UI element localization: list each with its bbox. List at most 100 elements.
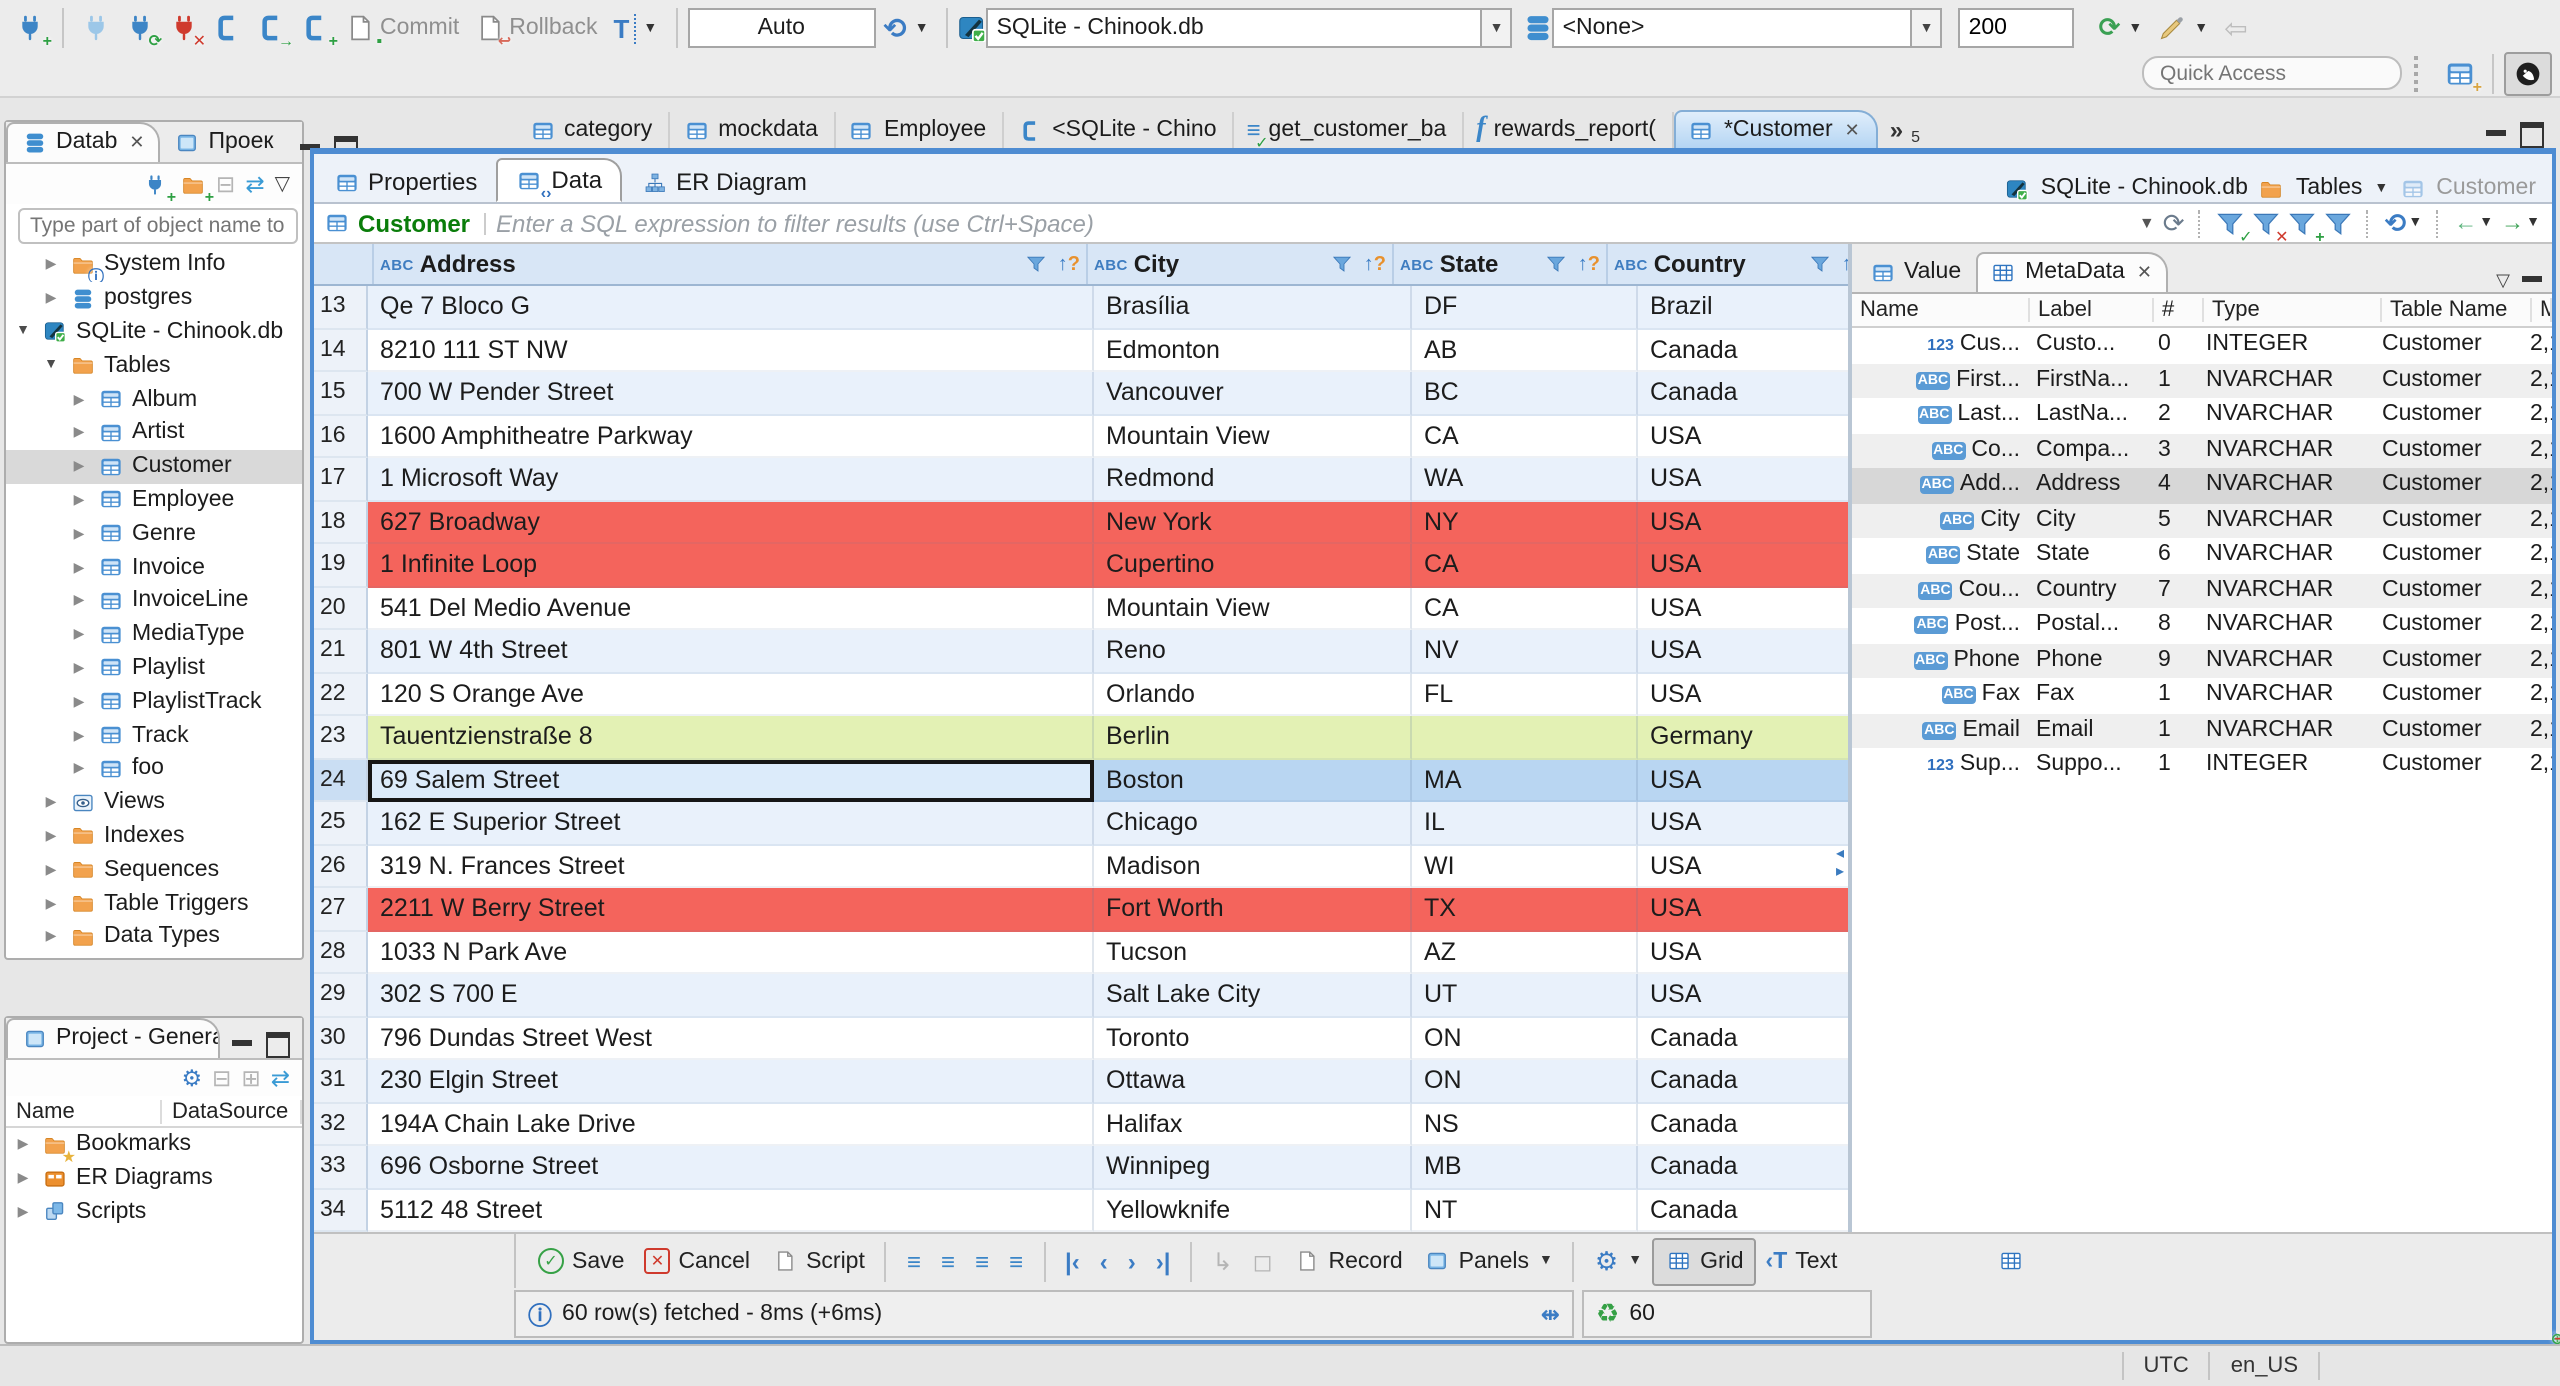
new-connection-icon[interactable]: + bbox=[140, 170, 176, 205]
row-number-cell[interactable]: 33 bbox=[314, 1146, 368, 1189]
auto-refresh-button[interactable]: ⟲ ▼ bbox=[2385, 207, 2423, 239]
grid-cell[interactable]: Madison bbox=[1094, 845, 1412, 888]
grid-cell[interactable]: CA bbox=[1412, 415, 1638, 458]
meta-cell[interactable]: 2,147,483 bbox=[2522, 608, 2552, 643]
grid-cell[interactable]: New York bbox=[1094, 501, 1412, 544]
grid-cell[interactable]: Yellowknife bbox=[1094, 1189, 1412, 1232]
meta-cell[interactable]: INTEGER bbox=[2198, 328, 2374, 363]
table-row[interactable]: 281033 N Park AveTucsonAZUSA85 bbox=[314, 931, 1848, 974]
meta-name-cell[interactable]: ABC State bbox=[1852, 538, 2028, 573]
link-with-editor-icon[interactable]: ⇄ bbox=[271, 1064, 290, 1092]
grid-cell[interactable]: 69 Salem Street bbox=[368, 759, 1094, 802]
row-number-cell[interactable]: 27 bbox=[314, 888, 368, 931]
reconnect-button[interactable]: ⟳ bbox=[118, 6, 162, 50]
tree-item-sqlite-chinook-db[interactable]: ▼ SQLite - Chinook.db bbox=[6, 315, 302, 349]
meta-cell[interactable]: NVARCHAR bbox=[2198, 678, 2374, 713]
maximize-icon[interactable] bbox=[2520, 122, 2544, 148]
table-row[interactable]: 148210 111 ST NWEdmontonABCanadaT6 bbox=[314, 329, 1848, 372]
meta-name-cell[interactable]: ABC Last... bbox=[1852, 398, 2028, 433]
sort-indicator-icon[interactable]: ↑? bbox=[1578, 253, 1600, 275]
meta-cell[interactable]: 6 bbox=[2150, 538, 2198, 573]
meta-name-cell[interactable]: ABC First... bbox=[1852, 363, 2028, 398]
grid-cell[interactable]: Winnipeg bbox=[1094, 1146, 1412, 1189]
meta-cell[interactable]: City bbox=[2028, 503, 2150, 538]
meta-cell[interactable]: NVARCHAR bbox=[2198, 713, 2374, 748]
grid-cell[interactable]: USA bbox=[1638, 501, 1848, 544]
expand-arrow-icon[interactable]: ▶ bbox=[70, 425, 88, 441]
grid-cell[interactable]: 1 Microsoft Way bbox=[368, 458, 1094, 501]
grid-cell[interactable] bbox=[1412, 716, 1638, 759]
expand-arrow-icon[interactable]: ▶ bbox=[70, 593, 88, 609]
grid-cell[interactable]: UT bbox=[1412, 974, 1638, 1017]
meta-cell[interactable]: Customer bbox=[2374, 398, 2522, 433]
meta-cell[interactable]: 1 bbox=[2150, 713, 2198, 748]
collapse-left-icon[interactable]: ◂ bbox=[1836, 844, 1844, 862]
grid-cell[interactable]: USA bbox=[1638, 974, 1848, 1017]
navigate-back-button[interactable]: ← ▼ bbox=[2454, 211, 2493, 235]
filter-funnel-icon[interactable] bbox=[1328, 250, 1356, 278]
grid-cell[interactable]: AB bbox=[1412, 329, 1638, 372]
grid-cell[interactable]: 302 S 700 E bbox=[368, 974, 1094, 1017]
metadata-row[interactable]: ABCPhonePhone9NVARCHARCustomer2,147,483 bbox=[1852, 643, 2552, 678]
grid-cell[interactable]: Toronto bbox=[1094, 1017, 1412, 1060]
tree-item-invoice[interactable]: ▶ Invoice bbox=[6, 550, 302, 584]
database-combo[interactable]: SQLite - Chinook.db bbox=[986, 8, 1483, 48]
grid-cell[interactable]: MA bbox=[1412, 759, 1638, 802]
table-row[interactable]: 23Tauentzienstraße 8BerlinGermany10 bbox=[314, 716, 1848, 759]
grid-cell[interactable]: Brasília bbox=[1094, 286, 1412, 329]
grid-cell[interactable]: USA bbox=[1638, 802, 1848, 845]
grid-cell[interactable]: CA bbox=[1412, 587, 1638, 630]
editor-tab-category[interactable]: category bbox=[516, 112, 671, 148]
meta-cell[interactable]: 1 bbox=[2150, 363, 2198, 398]
grid-cell[interactable]: USA bbox=[1638, 888, 1848, 931]
grid-cell[interactable]: CA bbox=[1412, 544, 1638, 587]
select-region-button[interactable]: ◻ bbox=[1243, 1239, 1283, 1283]
collapse-arrow-icon[interactable]: ▼ bbox=[42, 359, 60, 373]
tree-item-invoiceline[interactable]: ▶ InvoiceLine bbox=[6, 584, 302, 618]
save-button[interactable]: ✓ Save bbox=[528, 1239, 634, 1283]
meta-cell[interactable]: 2 bbox=[2150, 398, 2198, 433]
meta-column-header-item[interactable]: # bbox=[2154, 298, 2204, 322]
table-row[interactable]: 2469 Salem StreetBostonMAUSA21 bbox=[314, 759, 1848, 802]
meta-cell[interactable]: 2,147,483 bbox=[2522, 503, 2552, 538]
refresh-icon[interactable]: ⟳ bbox=[2163, 207, 2185, 239]
transaction-log-button[interactable]: ⟲ ▼ bbox=[875, 6, 936, 50]
meta-cell[interactable]: 3 bbox=[2150, 433, 2198, 468]
grid-cell[interactable]: Chicago bbox=[1094, 802, 1412, 845]
duplicate-row-button[interactable]: ≡⊕ bbox=[965, 1239, 2560, 1347]
expand-arrow-icon[interactable]: ▶ bbox=[70, 694, 88, 710]
meta-cell[interactable]: Customer bbox=[2374, 433, 2522, 468]
column-header-address[interactable]: ABC Address ↑? bbox=[374, 244, 1088, 284]
meta-cell[interactable]: Customer bbox=[2374, 573, 2522, 608]
breadcrumb-database[interactable]: SQLite - Chinook.db bbox=[2041, 176, 2248, 200]
metadata-row[interactable]: ABC Add... Address4NVARCHARCustomer2,147,4… bbox=[1852, 468, 2552, 503]
tree-item-postgres[interactable]: ▶ postgres bbox=[6, 282, 302, 316]
expand-all-icon[interactable]: ⊞ bbox=[241, 1064, 260, 1092]
breadcrumb-tables[interactable]: Tables bbox=[2296, 176, 2363, 200]
apply-filter-button[interactable]: ✓ bbox=[2217, 209, 2253, 244]
meta-cell[interactable]: Customer bbox=[2374, 748, 2522, 783]
previous-row-button[interactable]: ‹ bbox=[1090, 1239, 1118, 1283]
tree-item-tables[interactable]: ▼ Tables bbox=[6, 349, 302, 383]
grid-cell[interactable]: Canada bbox=[1638, 329, 1848, 372]
grid-cell[interactable]: Redmond bbox=[1094, 458, 1412, 501]
meta-cell[interactable]: 9 bbox=[2150, 643, 2198, 678]
expand-arrow-icon[interactable]: ▶ bbox=[42, 794, 60, 810]
table-row[interactable]: 21801 W 4th StreetRenoNVUSA89 bbox=[314, 630, 1848, 673]
grid-cell[interactable]: Canada bbox=[1638, 372, 1848, 415]
meta-column-header-table-name[interactable]: Table Name bbox=[2382, 298, 2532, 322]
expand-arrow-icon[interactable]: ▶ bbox=[14, 1170, 32, 1186]
settings-button[interactable]: ⚙ ▼ bbox=[1585, 1239, 1652, 1283]
table-row[interactable]: 171 Microsoft WayRedmondWAUSA98 bbox=[314, 458, 1848, 501]
meta-cell[interactable]: 7 bbox=[2150, 573, 2198, 608]
metadata-row[interactable]: ABC First... FirstNa... 1 NVARCHAR Customer 2,… bbox=[1852, 363, 2552, 398]
table-row[interactable]: 26319 N. Frances StreetMadisonWIUSA53 bbox=[314, 845, 1848, 888]
go-to-row-button[interactable]: ↳ bbox=[1202, 1239, 1242, 1283]
expand-arrow-icon[interactable]: ▶ bbox=[70, 526, 88, 542]
expand-arrow-icon[interactable]: ▶ bbox=[70, 391, 88, 407]
meta-cell[interactable]: NVARCHAR bbox=[2198, 573, 2374, 608]
row-number-cell[interactable]: 16 bbox=[314, 415, 368, 458]
cancel-button[interactable]: ✕ Cancel bbox=[634, 1239, 760, 1283]
expand-arrow-icon[interactable]: ▶ bbox=[42, 861, 60, 877]
meta-cell[interactable]: Customer bbox=[2374, 538, 2522, 573]
